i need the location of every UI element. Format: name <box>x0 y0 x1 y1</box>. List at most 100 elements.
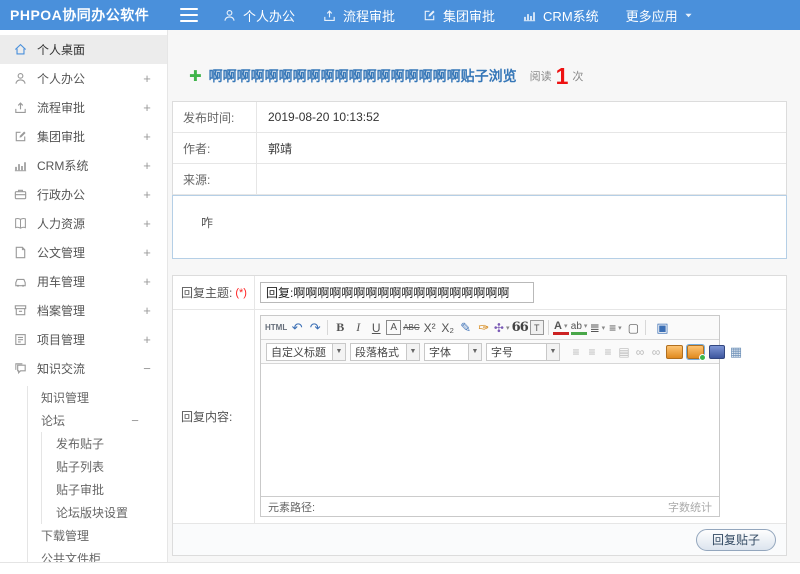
source-code-button[interactable]: HTML <box>265 318 287 337</box>
sidebar-item-knowledge-exchange[interactable]: 知识交流 − <box>0 354 167 383</box>
subscript-button[interactable]: X₂ <box>440 318 456 337</box>
sidebar-item-vehicle-management[interactable]: 用车管理 + <box>0 267 167 296</box>
sidebar-item-official-docs[interactable]: 公文管理 + <box>0 238 167 267</box>
sidebar-item-workflow-approval[interactable]: 流程审批 + <box>0 93 167 122</box>
sidebar-forum-subitem[interactable]: 论坛版块设置 <box>42 501 167 524</box>
bold-button[interactable]: B <box>332 318 348 337</box>
nav-item-label: CRM系统 <box>543 8 599 24</box>
chevron-down-icon[interactable]: ▼ <box>332 343 345 360</box>
align-center-icon[interactable]: ≡ <box>585 342 599 361</box>
custom-title-select[interactable]: 自定义标题 ▼ <box>266 342 346 361</box>
chevron-down-icon[interactable]: ▼ <box>546 343 559 360</box>
add-icon[interactable]: ✚ <box>189 67 202 85</box>
chevron-down-icon[interactable]: ▼ <box>468 343 481 360</box>
expander-icon[interactable]: + <box>141 129 153 144</box>
caret-icon <box>683 10 694 21</box>
sidebar-item-hr[interactable]: 人力资源 + <box>0 209 167 238</box>
toolbar-separator <box>327 320 329 335</box>
undo-icon[interactable]: ↶ <box>289 318 305 337</box>
expander-icon[interactable]: + <box>141 100 153 115</box>
insert-image-icon[interactable] <box>666 344 683 359</box>
sidebar-forum-subitem[interactable]: 贴子列表 <box>42 455 167 478</box>
sidebar-item-label: CRM系统 <box>37 159 89 173</box>
chevron-down-icon[interactable]: ▼ <box>406 343 419 360</box>
nav-crm-system[interactable]: CRM系统 <box>522 6 599 25</box>
expander-icon[interactable]: + <box>141 71 153 86</box>
eraser-icon[interactable]: ✎ <box>458 318 474 337</box>
expander-icon[interactable]: + <box>141 332 153 347</box>
menu-icon[interactable] <box>180 8 198 22</box>
strikethrough-button[interactable]: ABC <box>403 318 419 337</box>
expander-icon[interactable]: + <box>141 216 153 231</box>
expander-icon[interactable]: + <box>141 187 153 202</box>
book-icon <box>13 216 28 231</box>
editor-body[interactable] <box>261 364 719 496</box>
sidebar-item-knowledge-management[interactable]: 知识管理 <box>28 386 167 409</box>
italic-button[interactable]: I <box>350 318 366 337</box>
collapse-icon[interactable]: − <box>129 413 141 428</box>
sidebar-item-personal-desktop[interactable]: 个人桌面 <box>0 35 167 64</box>
info-row-value: 2019-08-20 10:13:52 <box>268 110 380 124</box>
sidebar-item-project-management[interactable]: 项目管理 + <box>0 325 167 354</box>
nav-workflow-approval[interactable]: 流程审批 <box>322 6 395 25</box>
paragraph-format-select[interactable]: 段落格式 ▼ <box>350 342 420 361</box>
blank-doc-button[interactable]: ▢ <box>625 318 641 337</box>
sidebar-item-admin-office[interactable]: 行政办公 + <box>0 180 167 209</box>
fullscreen-button[interactable]: ▣ <box>654 318 670 337</box>
expander-icon[interactable]: + <box>141 274 153 289</box>
expander-icon[interactable]: − <box>141 361 153 376</box>
page-title: 啊啊啊啊啊啊啊啊啊啊啊啊啊啊啊啊啊啊贴子浏览 <box>208 68 517 84</box>
redo-icon[interactable]: ↷ <box>307 318 323 337</box>
paste-plain-button[interactable]: T <box>529 320 544 335</box>
sidebar-item-group-approval[interactable]: 集团审批 + <box>0 122 167 151</box>
bordered-text-button[interactable]: A <box>386 320 402 335</box>
font-family-select[interactable]: 字体 ▼ <box>424 342 482 361</box>
sidebar-subitem-label: 论坛 <box>41 414 66 428</box>
reply-submit-button[interactable]: 回复贴子 <box>695 528 776 551</box>
align-right-icon[interactable]: ≡ <box>601 342 615 361</box>
sidebar-item-label: 流程审批 <box>37 101 86 115</box>
edit-icon <box>13 129 28 144</box>
sidebar-item-forum[interactable]: 论坛 − <box>28 409 167 432</box>
highlight-color-button[interactable]: ab <box>570 320 588 335</box>
expander-icon[interactable]: + <box>141 245 153 260</box>
sidebar-knowledge-subitem[interactable]: 下载管理 <box>28 524 167 547</box>
superscript-button[interactable]: X² <box>422 318 438 337</box>
insert-video-icon[interactable] <box>709 344 725 359</box>
toolbar-separator <box>645 320 647 335</box>
reply-subject-input[interactable] <box>260 282 534 303</box>
sidebar-knowledge-subitem[interactable]: 公共文件柜 <box>28 547 167 562</box>
sidebar-item-label: 集团审批 <box>37 130 86 144</box>
expander-icon[interactable]: + <box>141 158 153 173</box>
font-size-select[interactable]: 字号 ▼ <box>486 342 560 361</box>
sidebar-item-personal-office[interactable]: 个人办公 + <box>0 64 167 93</box>
ordered-list-button[interactable]: ≣ <box>589 318 605 337</box>
underline-button[interactable]: U <box>368 318 384 337</box>
insert-table-icon[interactable]: ▦ <box>729 342 743 361</box>
car-icon <box>13 274 28 289</box>
sidebar-forum-subitem[interactable]: 发布贴子 <box>42 432 167 455</box>
nav-more-apps[interactable]: 更多应用 <box>626 6 694 25</box>
sidebar-forum-subitem[interactable]: 贴子审批 <box>42 478 167 501</box>
sidebar-item-archive-management[interactable]: 档案管理 + <box>0 296 167 325</box>
expander-icon[interactable]: + <box>141 303 153 318</box>
table-row: 作者: 郭靖 <box>173 133 786 164</box>
home-icon <box>13 42 28 57</box>
format-painter-icon[interactable]: ✑ <box>476 318 492 337</box>
nav-group-approval[interactable]: 集团审批 <box>422 6 495 25</box>
edit-icon <box>422 8 437 23</box>
font-color-button[interactable]: A <box>552 320 569 335</box>
link-icon[interactable]: ∞ <box>633 342 647 361</box>
auto-typeset-icon[interactable]: ✣ <box>494 318 510 337</box>
image-manager-icon[interactable] <box>686 343 706 361</box>
align-left-icon[interactable]: ≡ <box>569 342 583 361</box>
reply-subject-label: 回复主题: (*) <box>173 276 255 309</box>
unordered-list-button[interactable]: ≡ <box>607 318 623 337</box>
blockquote-button[interactable]: 66 <box>512 318 529 337</box>
nav-personal-office[interactable]: 个人办公 <box>222 6 295 25</box>
editor-toolbar-row1: HTML ↶ ↷ B I U A ABC X² X₂ ✎ ✑ ✣ ▾ 66 T … <box>261 316 719 340</box>
justify-icon[interactable]: ▤ <box>617 342 631 361</box>
select-label: 字体 <box>429 346 451 359</box>
unlink-icon[interactable]: ∞ <box>649 342 663 361</box>
sidebar-item-crm-system[interactable]: CRM系统 + <box>0 151 167 180</box>
